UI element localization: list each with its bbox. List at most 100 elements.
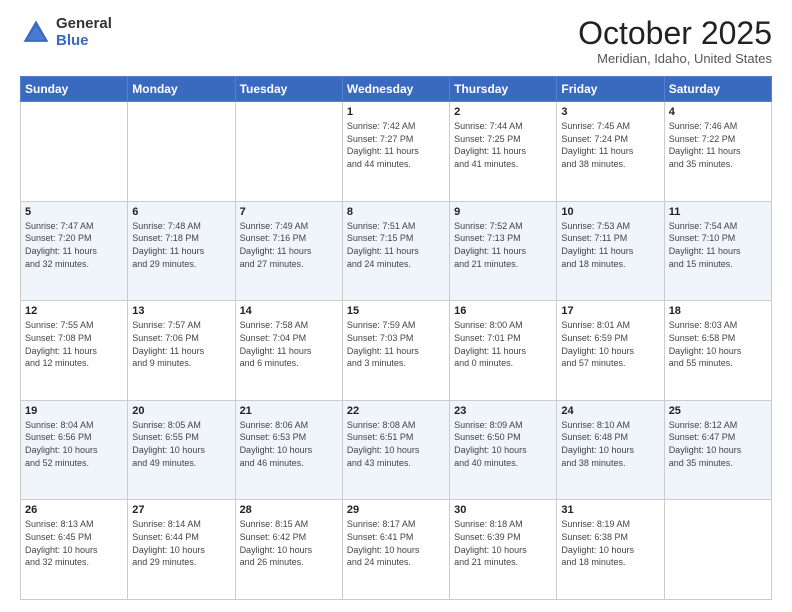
week-row-3: 19 Sunrise: 8:04 AM Sunset: 6:56 PM Dayli…: [21, 400, 772, 500]
day-number: 19: [25, 405, 123, 417]
day-number: 16: [454, 305, 552, 317]
calendar-cell: 14Sunrise: 7:58 AM Sunset: 7:04 PM Dayli…: [235, 301, 342, 401]
page: General Blue October 2025 Meridian, Idah…: [0, 0, 792, 612]
calendar-cell: 30 Sunrise: 8:18 AM Sunset: 6:39 PM Dayli…: [450, 500, 557, 600]
logo-text: General Blue: [56, 16, 112, 49]
day-number: 11: [669, 206, 767, 218]
day-number: 30: [454, 504, 552, 516]
header-saturday: Saturday: [664, 77, 771, 102]
calendar-cell: 17 Sunrise: 8:01 AM Sunset: 6:59 PM Dayli…: [557, 301, 664, 401]
day-number: 10: [561, 206, 659, 218]
calendar-cell: 6 Sunrise: 7:48 AM Sunset: 7:18 PM Daylig…: [128, 201, 235, 301]
calendar-cell: 16Sunrise: 8:00 AM Sunset: 7:01 PM Dayli…: [450, 301, 557, 401]
calendar-cell: 28 Sunrise: 8:15 AM Sunset: 6:42 PM Dayli…: [235, 500, 342, 600]
day-info: Sunrise: 8:01 AM Sunset: 6:59 PM Dayligh…: [561, 319, 659, 369]
day-number: 4: [669, 106, 767, 118]
day-number: 25: [669, 405, 767, 417]
day-info: Sunrise: 8:12 AM Sunset: 6:47 PM Dayligh…: [669, 419, 767, 469]
day-info: Sunrise: 7:59 AM Sunset: 7:03 PM Dayligh…: [347, 319, 445, 369]
week-row-2: 12 Sunrise: 7:55 AM Sunset: 7:08 PM Dayli…: [21, 301, 772, 401]
day-info: Sunrise: 7:45 AM Sunset: 7:24 PM Dayligh…: [561, 120, 659, 170]
calendar-cell: 18Sunrise: 8:03 AM Sunset: 6:58 PM Dayli…: [664, 301, 771, 401]
calendar-cell: 26 Sunrise: 8:13 AM Sunset: 6:45 PM Dayli…: [21, 500, 128, 600]
header-thursday: Thursday: [450, 77, 557, 102]
day-info: Sunrise: 7:53 AM Sunset: 7:11 PM Dayligh…: [561, 220, 659, 270]
calendar-cell: 9 Sunrise: 7:52 AM Sunset: 7:13 PM Daylig…: [450, 201, 557, 301]
day-info: Sunrise: 8:10 AM Sunset: 6:48 PM Dayligh…: [561, 419, 659, 469]
week-row-1: 5 Sunrise: 7:47 AM Sunset: 7:20 PM Daylig…: [21, 201, 772, 301]
day-info: Sunrise: 8:08 AM Sunset: 6:51 PM Dayligh…: [347, 419, 445, 469]
day-number: 5: [25, 206, 123, 218]
day-info: Sunrise: 7:57 AM Sunset: 7:06 PM Dayligh…: [132, 319, 230, 369]
day-info: Sunrise: 8:17 AM Sunset: 6:41 PM Dayligh…: [347, 518, 445, 568]
calendar-cell: [21, 102, 128, 202]
calendar-cell: 1Sunrise: 7:42 AM Sunset: 7:27 PM Daylig…: [342, 102, 449, 202]
day-info: Sunrise: 8:09 AM Sunset: 6:50 PM Dayligh…: [454, 419, 552, 469]
calendar: Sunday Monday Tuesday Wednesday Thursday…: [20, 76, 772, 600]
header-tuesday: Tuesday: [235, 77, 342, 102]
calendar-cell: 12 Sunrise: 7:55 AM Sunset: 7:08 PM Dayli…: [21, 301, 128, 401]
day-info: Sunrise: 8:14 AM Sunset: 6:44 PM Dayligh…: [132, 518, 230, 568]
logo-icon: [20, 17, 52, 49]
calendar-cell: 27 Sunrise: 8:14 AM Sunset: 6:44 PM Dayli…: [128, 500, 235, 600]
header-wednesday: Wednesday: [342, 77, 449, 102]
day-info: Sunrise: 7:44 AM Sunset: 7:25 PM Dayligh…: [454, 120, 552, 170]
calendar-cell: 24Sunrise: 8:10 AM Sunset: 6:48 PM Dayli…: [557, 400, 664, 500]
day-number: 6: [132, 206, 230, 218]
day-number: 15: [347, 305, 445, 317]
day-info: Sunrise: 7:52 AM Sunset: 7:13 PM Dayligh…: [454, 220, 552, 270]
day-number: 12: [25, 305, 123, 317]
day-info: Sunrise: 7:49 AM Sunset: 7:16 PM Dayligh…: [240, 220, 338, 270]
calendar-cell: 11 Sunrise: 7:54 AM Sunset: 7:10 PM Dayli…: [664, 201, 771, 301]
day-number: 29: [347, 504, 445, 516]
day-number: 21: [240, 405, 338, 417]
calendar-cell: 8Sunrise: 7:51 AM Sunset: 7:15 PM Daylig…: [342, 201, 449, 301]
day-number: 7: [240, 206, 338, 218]
calendar-cell: 10 Sunrise: 7:53 AM Sunset: 7:11 PM Dayli…: [557, 201, 664, 301]
calendar-cell: 25 Sunrise: 8:12 AM Sunset: 6:47 PM Dayli…: [664, 400, 771, 500]
calendar-cell: 23 Sunrise: 8:09 AM Sunset: 6:50 PM Dayli…: [450, 400, 557, 500]
day-number: 3: [561, 106, 659, 118]
header-monday: Monday: [128, 77, 235, 102]
calendar-cell: 22 Sunrise: 8:08 AM Sunset: 6:51 PM Dayli…: [342, 400, 449, 500]
day-number: 22: [347, 405, 445, 417]
day-info: Sunrise: 7:54 AM Sunset: 7:10 PM Dayligh…: [669, 220, 767, 270]
calendar-cell: 13 Sunrise: 7:57 AM Sunset: 7:06 PM Dayli…: [128, 301, 235, 401]
calendar-cell: 31Sunrise: 8:19 AM Sunset: 6:38 PM Dayli…: [557, 500, 664, 600]
day-number: 1: [347, 106, 445, 118]
day-number: 13: [132, 305, 230, 317]
header-friday: Friday: [557, 77, 664, 102]
day-info: Sunrise: 8:18 AM Sunset: 6:39 PM Dayligh…: [454, 518, 552, 568]
day-info: Sunrise: 7:55 AM Sunset: 7:08 PM Dayligh…: [25, 319, 123, 369]
calendar-cell: 29 Sunrise: 8:17 AM Sunset: 6:41 PM Dayli…: [342, 500, 449, 600]
day-number: 18: [669, 305, 767, 317]
logo-blue-text: Blue: [56, 33, 112, 50]
week-row-0: 1Sunrise: 7:42 AM Sunset: 7:27 PM Daylig…: [21, 102, 772, 202]
calendar-cell: 3 Sunrise: 7:45 AM Sunset: 7:24 PM Daylig…: [557, 102, 664, 202]
day-number: 23: [454, 405, 552, 417]
day-number: 26: [25, 504, 123, 516]
day-info: Sunrise: 7:51 AM Sunset: 7:15 PM Dayligh…: [347, 220, 445, 270]
calendar-cell: 5 Sunrise: 7:47 AM Sunset: 7:20 PM Daylig…: [21, 201, 128, 301]
day-info: Sunrise: 7:48 AM Sunset: 7:18 PM Dayligh…: [132, 220, 230, 270]
logo: General Blue: [20, 16, 112, 49]
day-number: 9: [454, 206, 552, 218]
calendar-cell: 15 Sunrise: 7:59 AM Sunset: 7:03 PM Dayli…: [342, 301, 449, 401]
weekday-header-row: Sunday Monday Tuesday Wednesday Thursday…: [21, 77, 772, 102]
day-number: 17: [561, 305, 659, 317]
day-number: 2: [454, 106, 552, 118]
day-info: Sunrise: 7:47 AM Sunset: 7:20 PM Dayligh…: [25, 220, 123, 270]
day-info: Sunrise: 8:15 AM Sunset: 6:42 PM Dayligh…: [240, 518, 338, 568]
day-info: Sunrise: 8:13 AM Sunset: 6:45 PM Dayligh…: [25, 518, 123, 568]
day-number: 20: [132, 405, 230, 417]
day-info: Sunrise: 8:04 AM Sunset: 6:56 PM Dayligh…: [25, 419, 123, 469]
calendar-cell: 4 Sunrise: 7:46 AM Sunset: 7:22 PM Daylig…: [664, 102, 771, 202]
day-info: Sunrise: 8:05 AM Sunset: 6:55 PM Dayligh…: [132, 419, 230, 469]
day-number: 28: [240, 504, 338, 516]
header: General Blue October 2025 Meridian, Idah…: [20, 16, 772, 66]
day-info: Sunrise: 7:46 AM Sunset: 7:22 PM Dayligh…: [669, 120, 767, 170]
calendar-cell: [128, 102, 235, 202]
location-subtitle: Meridian, Idaho, United States: [578, 51, 772, 66]
day-number: 27: [132, 504, 230, 516]
week-row-4: 26 Sunrise: 8:13 AM Sunset: 6:45 PM Dayli…: [21, 500, 772, 600]
